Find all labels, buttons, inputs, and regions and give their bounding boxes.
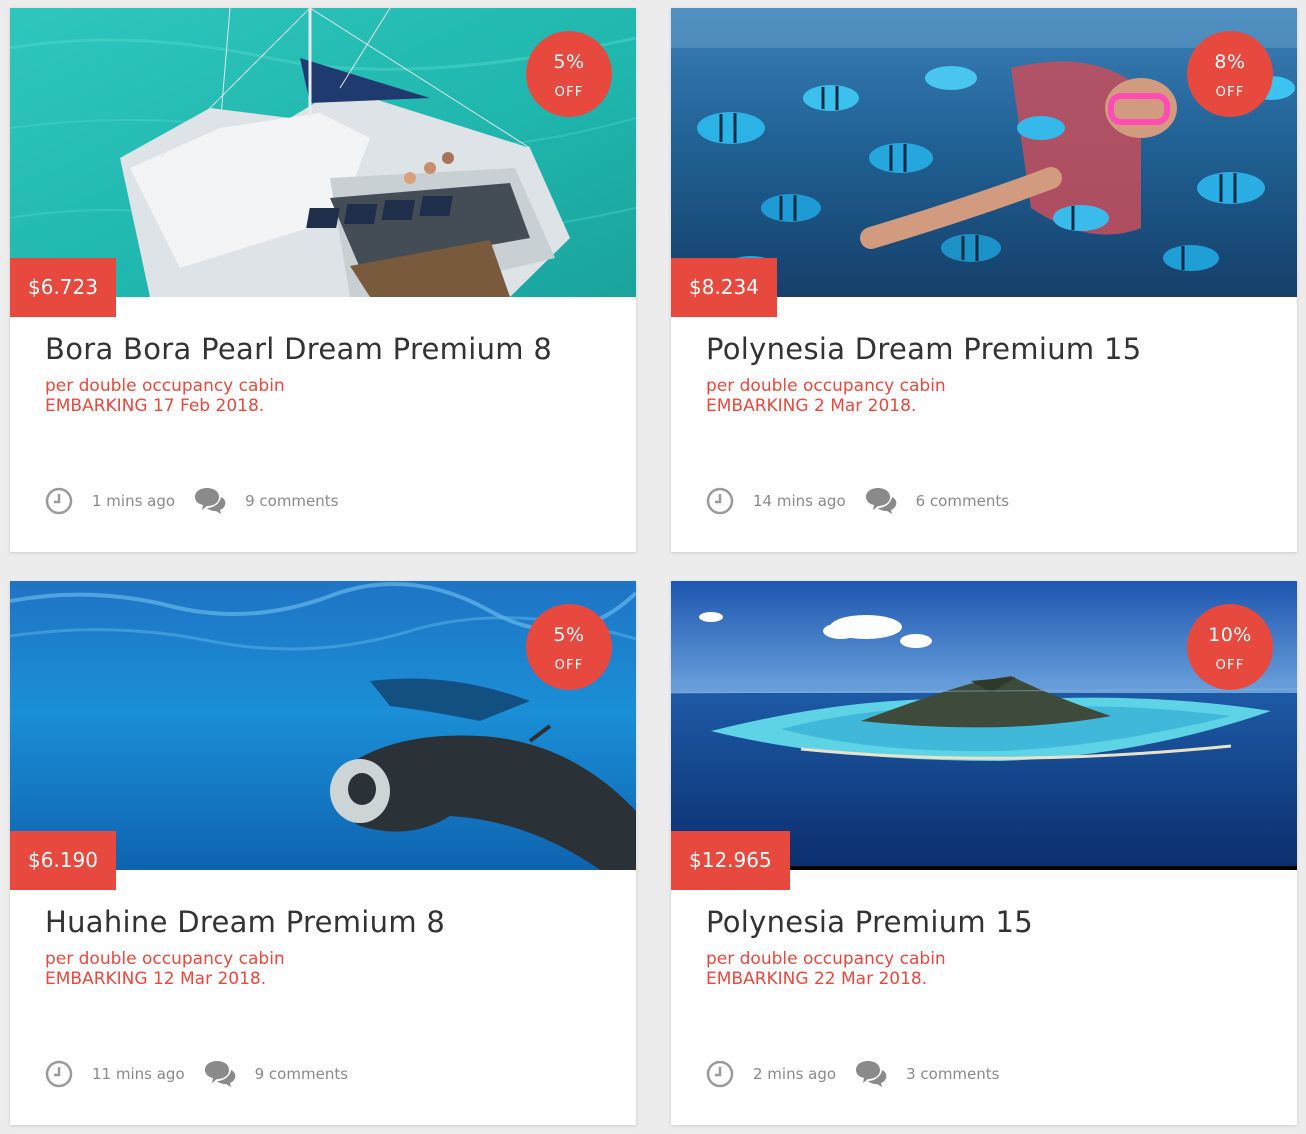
offer-card-polynesia-dream[interactable]: 8% OFF $8.234 Polynesia Dream Premium 15… xyxy=(671,8,1297,552)
time-ago: 1 mins ago xyxy=(92,492,176,510)
price-tag: $6.723 xyxy=(10,258,116,317)
offer-title[interactable]: Polynesia Premium 15 xyxy=(706,905,1033,939)
offer-meta: 1 mins ago 9 comments xyxy=(45,484,338,518)
occupancy-text: per double occupancy cabin xyxy=(706,376,946,396)
time-ago: 11 mins ago xyxy=(92,1065,185,1083)
discount-badge: 5% OFF xyxy=(526,31,612,117)
comment-count[interactable]: 9 comments xyxy=(255,1065,348,1083)
discount-badge: 5% OFF xyxy=(526,604,612,690)
offer-subtitle: per double occupancy cabin EMBARKING 22 … xyxy=(706,949,946,989)
discount-off-label: OFF xyxy=(554,85,584,100)
comment-count[interactable]: 9 comments xyxy=(245,492,338,510)
occupancy-text: per double occupancy cabin xyxy=(45,949,285,969)
clock-icon xyxy=(45,1060,73,1088)
comments-icon[interactable] xyxy=(864,487,898,515)
discount-percent: 10% xyxy=(1208,624,1252,646)
offer-subtitle: per double occupancy cabin EMBARKING 17 … xyxy=(45,376,285,416)
comments-icon[interactable] xyxy=(193,487,227,515)
offer-meta: 11 mins ago 9 comments xyxy=(45,1057,348,1091)
time-ago: 14 mins ago xyxy=(753,492,846,510)
comments-icon[interactable] xyxy=(854,1060,888,1088)
embarking-date: EMBARKING 2 Mar 2018. xyxy=(706,396,917,416)
offer-meta: 14 mins ago 6 comments xyxy=(706,484,1009,518)
clock-icon xyxy=(45,487,73,515)
embarking-date: EMBARKING 22 Mar 2018. xyxy=(706,969,928,989)
price-tag: $6.190 xyxy=(10,831,116,890)
occupancy-text: per double occupancy cabin xyxy=(706,949,946,969)
offer-subtitle: per double occupancy cabin EMBARKING 12 … xyxy=(45,949,285,989)
embarking-date: EMBARKING 17 Feb 2018. xyxy=(45,396,265,416)
time-ago: 2 mins ago xyxy=(753,1065,837,1083)
discount-badge: 10% OFF xyxy=(1187,604,1273,690)
offer-card-polynesia-premium[interactable]: 10% OFF $12.965 Polynesia Premium 15 per… xyxy=(671,581,1297,1125)
manta-ray-image[interactable]: 5% OFF xyxy=(10,581,636,870)
price-tag: $12.965 xyxy=(671,831,790,890)
discount-percent: 5% xyxy=(553,51,585,73)
offer-meta: 2 mins ago 3 comments xyxy=(706,1057,999,1091)
offer-card-huahine[interactable]: 5% OFF $6.190 Huahine Dream Premium 8 pe… xyxy=(10,581,636,1125)
catamaran-image[interactable]: 5% OFF xyxy=(10,8,636,297)
embarking-date: EMBARKING 12 Mar 2018. xyxy=(45,969,267,989)
offer-title[interactable]: Polynesia Dream Premium 15 xyxy=(706,332,1141,366)
price-tag: $8.234 xyxy=(671,258,777,317)
offer-title[interactable]: Bora Bora Pearl Dream Premium 8 xyxy=(45,332,552,366)
snorkeler-image[interactable]: 8% OFF xyxy=(671,8,1297,297)
occupancy-text: per double occupancy cabin xyxy=(45,376,285,396)
comment-count[interactable]: 3 comments xyxy=(906,1065,999,1083)
discount-off-label: OFF xyxy=(1215,85,1245,100)
discount-badge: 8% OFF xyxy=(1187,31,1273,117)
offer-subtitle: per double occupancy cabin EMBARKING 2 M… xyxy=(706,376,946,416)
discount-off-label: OFF xyxy=(554,658,584,673)
comments-icon[interactable] xyxy=(203,1060,237,1088)
comment-count[interactable]: 6 comments xyxy=(916,492,1009,510)
discount-percent: 8% xyxy=(1214,51,1246,73)
clock-icon xyxy=(706,487,734,515)
offer-title[interactable]: Huahine Dream Premium 8 xyxy=(45,905,445,939)
island-aerial-image[interactable]: 10% OFF xyxy=(671,581,1297,870)
discount-percent: 5% xyxy=(553,624,585,646)
discount-off-label: OFF xyxy=(1215,658,1245,673)
offer-card-bora-bora[interactable]: 5% OFF $6.723 Bora Bora Pearl Dream Prem… xyxy=(10,8,636,552)
clock-icon xyxy=(706,1060,734,1088)
